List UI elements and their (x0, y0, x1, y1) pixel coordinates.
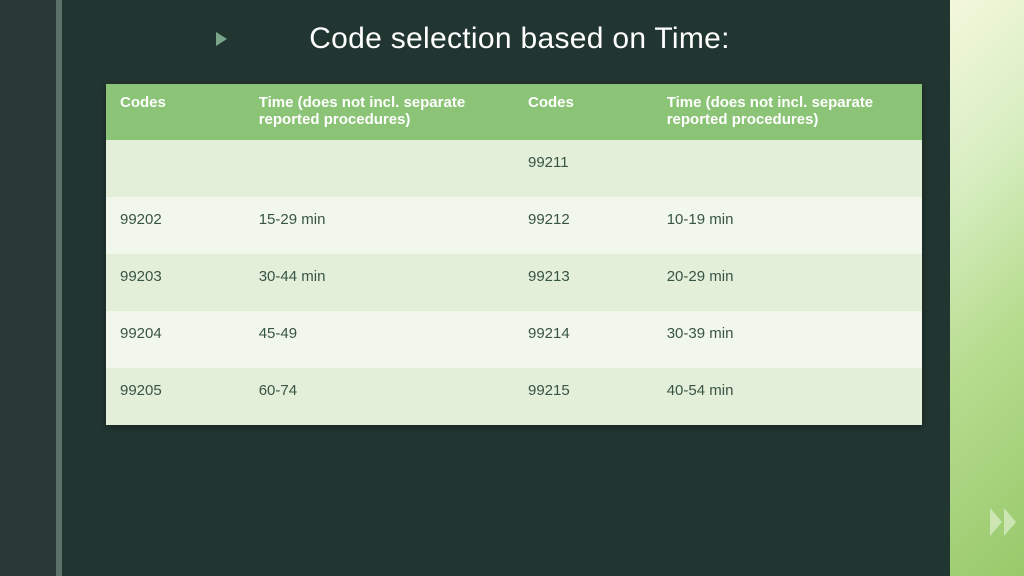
cell-time-a: 45-49 (245, 311, 514, 368)
cell-time-a (245, 140, 514, 197)
table-row: 99205 60-74 99215 40-54 min (106, 368, 922, 425)
slide-stage: Code selection based on Time: Codes Time… (0, 0, 1024, 576)
table-header-row: Codes Time (does not incl. separate repo… (106, 84, 922, 140)
cell-time-b: 20-29 min (653, 254, 922, 311)
cell-time-b: 10-19 min (653, 197, 922, 254)
cell-code-a: 99205 (106, 368, 245, 425)
slide-content: Code selection based on Time: Codes Time… (62, 0, 950, 576)
table-row: 99211 (106, 140, 922, 197)
cell-time-b (653, 140, 922, 197)
right-gradient-band (950, 0, 1024, 576)
cell-code-b: 99212 (514, 197, 653, 254)
cell-code-a (106, 140, 245, 197)
cell-code-b: 99215 (514, 368, 653, 425)
cell-code-b: 99211 (514, 140, 653, 197)
table-row: 99204 45-49 99214 30-39 min (106, 311, 922, 368)
cell-time-b: 30-39 min (653, 311, 922, 368)
table-row: 99203 30-44 min 99213 20-29 min (106, 254, 922, 311)
code-time-table: Codes Time (does not incl. separate repo… (106, 84, 922, 425)
cell-code-a: 99202 (106, 197, 245, 254)
cell-time-a: 60-74 (245, 368, 514, 425)
header-codes-b: Codes (514, 84, 653, 140)
cell-time-a: 30-44 min (245, 254, 514, 311)
cell-code-a: 99204 (106, 311, 245, 368)
cell-time-b: 40-54 min (653, 368, 922, 425)
cell-code-b: 99214 (514, 311, 653, 368)
header-codes-a: Codes (106, 84, 245, 140)
slide-title: Code selection based on Time: (117, 22, 922, 56)
header-time-b: Time (does not incl. separate reported p… (653, 84, 922, 140)
cell-code-a: 99203 (106, 254, 245, 311)
title-row: Code selection based on Time: (106, 0, 922, 56)
cell-time-a: 15-29 min (245, 197, 514, 254)
table-row: 99202 15-29 min 99212 10-19 min (106, 197, 922, 254)
chevrons-icon (990, 508, 1016, 536)
cell-code-b: 99213 (514, 254, 653, 311)
header-time-a: Time (does not incl. separate reported p… (245, 84, 514, 140)
